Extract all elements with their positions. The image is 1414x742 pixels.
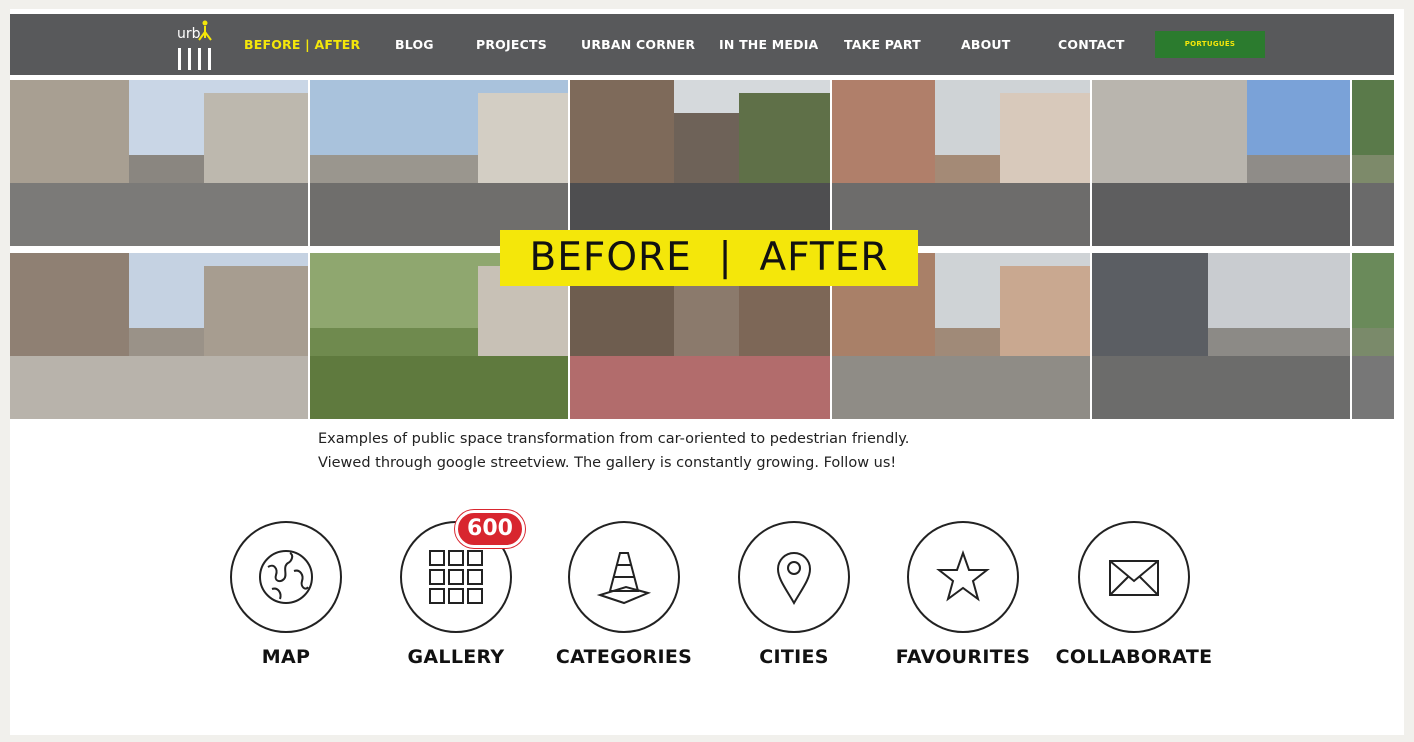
description-line-1: Examples of public space transformation … — [318, 431, 910, 447]
svg-text:urb: urb — [177, 26, 201, 42]
gallery-count-badge: 600 — [455, 510, 525, 548]
before-photo-6[interactable] — [1352, 80, 1394, 246]
traffic-cone-icon — [596, 552, 652, 605]
globe-icon — [259, 550, 313, 604]
description-line-2: Viewed through google streetview. The ga… — [318, 455, 897, 471]
before-photo-5[interactable] — [1092, 80, 1350, 246]
nav-about[interactable]: ABOUT — [961, 36, 1011, 54]
before-after-photo-grid: BEFORE | AFTER — [10, 80, 1394, 419]
nav-take-part[interactable]: TAKE PART — [844, 36, 921, 54]
nav-urban-corner[interactable]: URBAN CORNER — [581, 36, 695, 54]
nav-projects[interactable]: PROJECTS — [476, 36, 547, 54]
before-photo-2[interactable] — [310, 80, 568, 246]
collaborate-label: COLLABORATE — [1055, 646, 1213, 668]
grid-icon — [429, 550, 483, 604]
after-photo-5[interactable] — [1092, 253, 1350, 419]
before-after-title-banner: BEFORE | AFTER — [500, 230, 918, 286]
before-photo-1[interactable] — [10, 80, 308, 246]
nav-in-the-media[interactable]: IN THE MEDIA — [719, 36, 818, 54]
gallery-description: Examples of public space transformation … — [318, 427, 1078, 475]
map-pin-icon — [776, 552, 812, 605]
after-photo-6[interactable] — [1352, 253, 1394, 419]
favourites-label: FAVOURITES — [895, 646, 1031, 668]
after-photo-1[interactable] — [10, 253, 308, 419]
categories-button[interactable]: CATEGORIES — [544, 521, 704, 681]
envelope-icon — [1109, 560, 1159, 596]
nav-before-after[interactable]: BEFORE | AFTER — [244, 36, 360, 54]
star-icon — [936, 549, 990, 602]
collaborate-button[interactable]: COLLABORATE — [1054, 521, 1214, 681]
cities-button[interactable]: CITIES — [714, 521, 874, 681]
nav-blog[interactable]: BLOG — [395, 36, 434, 54]
favourites-button[interactable]: FAVOURITES — [883, 521, 1043, 681]
before-photo-3[interactable] — [570, 80, 830, 246]
top-navigation-bar: urb BEFORE | AFTER BLOG PROJECTS URBAN C… — [10, 14, 1394, 75]
urb-i-logo[interactable]: urb — [175, 18, 217, 72]
nav-contact[interactable]: CONTACT — [1058, 36, 1125, 54]
map-button[interactable]: MAP — [206, 521, 366, 681]
language-button[interactable]: PORTUGUÊS — [1155, 31, 1265, 58]
before-photo-4[interactable] — [832, 80, 1090, 246]
